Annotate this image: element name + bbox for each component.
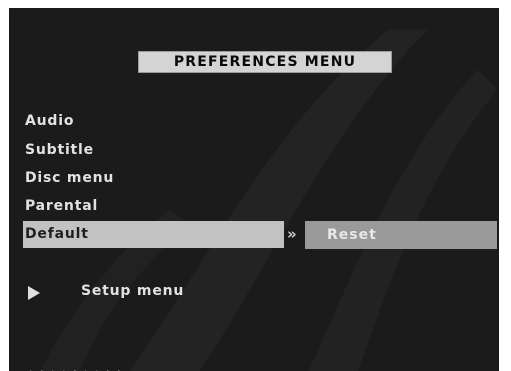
reset-option[interactable]: Reset — [305, 221, 497, 249]
footer-hint: . , . . , . . , , — [29, 362, 123, 371]
double-chevron-right-icon: » — [287, 225, 297, 243]
setup-menu-item[interactable]: Setup menu — [81, 283, 184, 299]
menu-item-disc-menu[interactable]: Disc menu — [25, 170, 114, 186]
menu-item-default[interactable]: Default — [23, 221, 284, 248]
menu-item-subtitle[interactable]: Subtitle — [25, 142, 94, 158]
menu-item-audio[interactable]: Audio — [25, 113, 74, 129]
play-triangle-icon — [28, 286, 40, 300]
menu-item-parental[interactable]: Parental — [25, 198, 98, 214]
page-title: PREFERENCES MENU — [138, 51, 392, 73]
dvd-menu-screen: PREFERENCES MENU Audio Subtitle Disc men… — [9, 8, 499, 371]
